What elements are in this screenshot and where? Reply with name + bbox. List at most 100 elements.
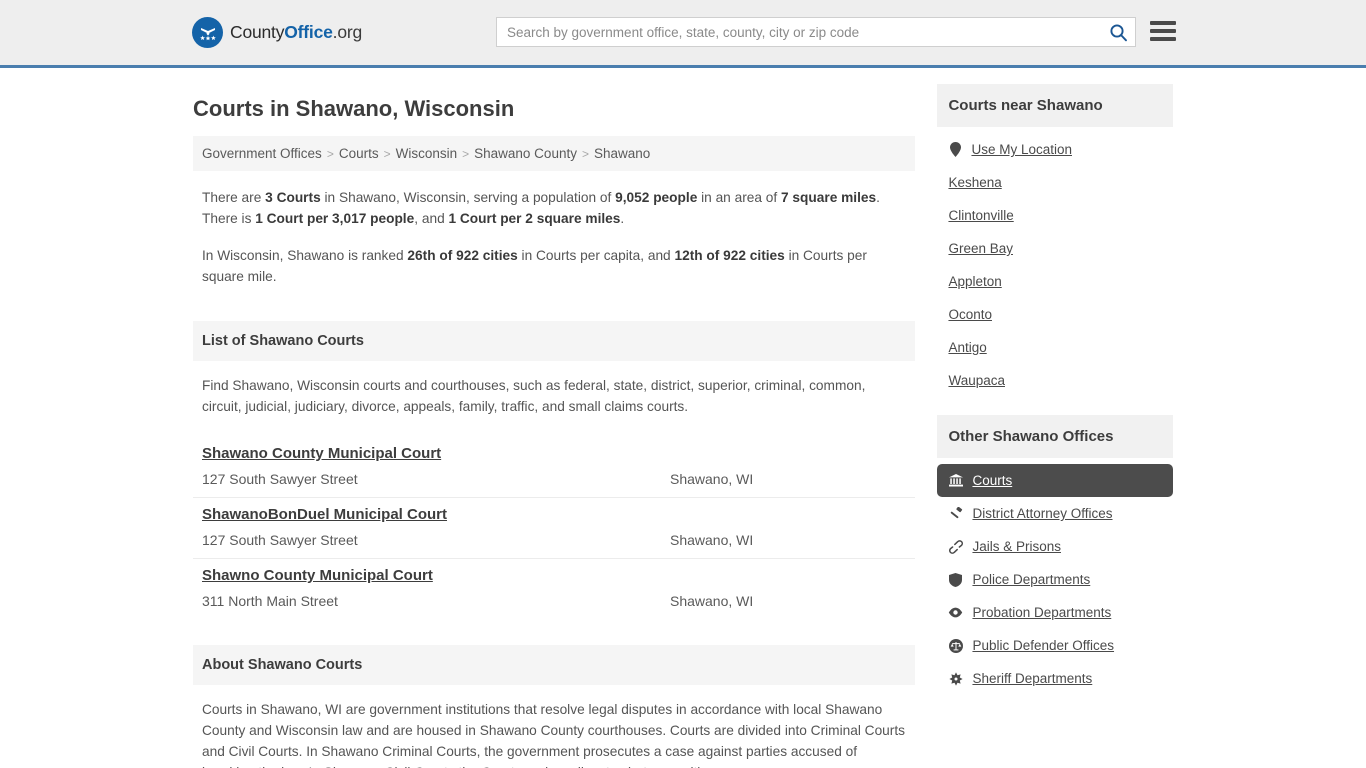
stats-text: In Wisconsin, Shawano is ranked xyxy=(202,248,408,263)
city-label[interactable]: Appleton xyxy=(948,274,1001,289)
court-address: 311 North Main Street xyxy=(202,593,338,609)
sidebar-city-antigo[interactable]: Antigo xyxy=(937,331,1173,364)
eagle-shield-icon xyxy=(192,17,223,48)
court-address: 127 South Sawyer Street xyxy=(202,532,358,548)
stats-line-2: In Wisconsin, Shawano is ranked 26th of … xyxy=(202,245,906,287)
sidebar: Courts near Shawano Use My Location Kesh… xyxy=(937,84,1173,768)
use-my-location-label[interactable]: Use My Location xyxy=(971,142,1072,157)
breadcrumb-item-3[interactable]: Shawano County xyxy=(474,146,577,161)
hamburger-bar-3 xyxy=(1150,37,1176,41)
breadcrumb-item-2[interactable]: Wisconsin xyxy=(396,146,458,161)
court-city: Shawano, WI xyxy=(670,593,754,609)
sidebar-item-courts[interactable]: Courts xyxy=(937,464,1173,497)
sidebar-city-waupaca[interactable]: Waupaca xyxy=(937,364,1173,397)
gavel-icon xyxy=(948,506,963,521)
stats-rank-area: 12th of 922 cities xyxy=(674,248,785,263)
sidebar-item-public-defender-offices[interactable]: Public Defender Offices xyxy=(937,629,1173,662)
sidebar-city-green-bay[interactable]: Green Bay xyxy=(937,232,1173,265)
logo-wordmark: CountyOffice.org xyxy=(230,22,362,43)
map-pin-icon xyxy=(948,142,963,157)
site-logo[interactable]: CountyOffice.org xyxy=(192,17,362,48)
court-name-link[interactable]: ShawanoBonDuel Municipal Court xyxy=(202,506,447,523)
city-label[interactable]: Antigo xyxy=(948,340,986,355)
stats-per-area: 1 Court per 2 square miles xyxy=(448,211,621,226)
shield-icon xyxy=(948,572,963,587)
stats-text: in Courts per capita, and xyxy=(517,248,675,263)
city-label[interactable]: Green Bay xyxy=(948,241,1013,256)
about-section-heading: About Shawano Courts xyxy=(193,645,916,685)
logo-part-county: County xyxy=(230,22,285,42)
court-name-link[interactable]: Shawno County Municipal Court xyxy=(202,567,433,584)
city-label[interactable]: Waupaca xyxy=(948,373,1005,388)
handcuffs-icon xyxy=(948,539,963,554)
search-bar xyxy=(496,17,1136,47)
court-address-row: 127 South Sawyer Street Shawano, WI xyxy=(202,532,906,548)
stats-courts-count: 3 Courts xyxy=(265,190,321,205)
city-label[interactable]: Clintonville xyxy=(948,208,1013,223)
stats-area: 7 square miles xyxy=(781,190,877,205)
city-label[interactable]: Keshena xyxy=(948,175,1001,190)
about-section-paragraph: Courts in Shawano, WI are government ins… xyxy=(202,702,905,768)
stats-text: . xyxy=(620,211,625,226)
hamburger-bar-1 xyxy=(1150,21,1176,25)
eye-icon xyxy=(948,607,963,618)
breadcrumb-separator: > xyxy=(326,146,334,161)
search-button[interactable] xyxy=(1101,18,1135,46)
sidebar-item-police-departments[interactable]: Police Departments xyxy=(937,563,1173,596)
sidebar-city-appleton[interactable]: Appleton xyxy=(937,265,1173,298)
stats-text: in Shawano, Wisconsin, serving a populat… xyxy=(320,190,616,205)
stats-rank-capita: 26th of 922 cities xyxy=(407,248,518,263)
stats-text: in an area of xyxy=(697,190,782,205)
about-section-body: Courts in Shawano, WI are government ins… xyxy=(193,685,915,768)
table-row: Shawano County Municipal Court 127 South… xyxy=(193,437,916,498)
table-row: ShawanoBonDuel Municipal Court 127 South… xyxy=(193,498,916,559)
list-section-description: Find Shawano, Wisconsin courts and court… xyxy=(202,378,866,414)
other-offices-list: Courts District Attorney Offices Jails &… xyxy=(937,458,1173,695)
page-title: Courts in Shawano, Wisconsin xyxy=(193,96,515,121)
sidebar-item-label[interactable]: Sheriff Departments xyxy=(972,671,1092,686)
hamburger-menu-icon[interactable] xyxy=(1150,19,1176,43)
court-city: Shawano, WI xyxy=(670,471,754,487)
sidebar-item-jails-prisons[interactable]: Jails & Prisons xyxy=(937,530,1173,563)
sidebar-city-keshena[interactable]: Keshena xyxy=(937,166,1173,199)
sidebar-city-oconto[interactable]: Oconto xyxy=(937,298,1173,331)
sidebar-item-label[interactable]: Police Departments xyxy=(972,572,1090,587)
sidebar-item-label[interactable]: Public Defender Offices xyxy=(972,638,1114,653)
court-name-link[interactable]: Shawano County Municipal Court xyxy=(202,445,441,462)
logo-part-org: .org xyxy=(332,22,363,42)
sidebar-item-label[interactable]: Probation Departments xyxy=(972,605,1111,620)
sidebar-item-label[interactable]: Courts xyxy=(972,473,1012,488)
sidebar-item-label[interactable]: Jails & Prisons xyxy=(972,539,1061,554)
court-address: 127 South Sawyer Street xyxy=(202,471,358,487)
breadcrumb-item-0[interactable]: Government Offices xyxy=(202,146,322,161)
court-address-row: 311 North Main Street Shawano, WI xyxy=(202,593,906,609)
courthouse-icon xyxy=(948,474,963,487)
city-label[interactable]: Oconto xyxy=(948,307,992,322)
stats-text: , and xyxy=(414,211,449,226)
balance-scale-icon xyxy=(948,638,963,653)
stats-per-people: 1 Court per 3,017 people xyxy=(255,211,415,226)
sidebar-city-clintonville[interactable]: Clintonville xyxy=(937,199,1173,232)
stats-block: There are 3 Courts in Shawano, Wisconsin… xyxy=(193,171,915,307)
sidebar-item-label[interactable]: District Attorney Offices xyxy=(972,506,1112,521)
stats-population: 9,052 people xyxy=(615,190,698,205)
list-section-body: Find Shawano, Wisconsin courts and court… xyxy=(193,361,915,437)
use-my-location-row[interactable]: Use My Location xyxy=(937,133,1173,166)
list-section-heading: List of Shawano Courts xyxy=(193,321,916,361)
sidebar-item-probation-departments[interactable]: Probation Departments xyxy=(937,596,1173,629)
hamburger-bar-2 xyxy=(1150,29,1176,33)
search-input[interactable] xyxy=(497,18,1101,46)
breadcrumb-separator: > xyxy=(462,146,470,161)
breadcrumb-item-4[interactable]: Shawano xyxy=(594,146,650,161)
sidebar-item-sheriff-departments[interactable]: Sheriff Departments xyxy=(937,662,1173,695)
breadcrumb: Government Offices > Courts > Wisconsin … xyxy=(193,136,916,171)
nearby-list: Use My Location Keshena Clintonville Gre… xyxy=(937,127,1173,405)
breadcrumb-item-1[interactable]: Courts xyxy=(339,146,379,161)
other-offices-heading: Other Shawano Offices xyxy=(937,415,1173,458)
nearby-heading: Courts near Shawano xyxy=(937,84,1173,127)
main-content: Courts in Shawano, Wisconsin Government … xyxy=(193,84,916,768)
sidebar-item-district-attorney-offices[interactable]: District Attorney Offices xyxy=(937,497,1173,530)
stats-text: There are xyxy=(202,190,266,205)
search-icon xyxy=(1109,23,1128,42)
breadcrumb-separator: > xyxy=(581,146,589,161)
